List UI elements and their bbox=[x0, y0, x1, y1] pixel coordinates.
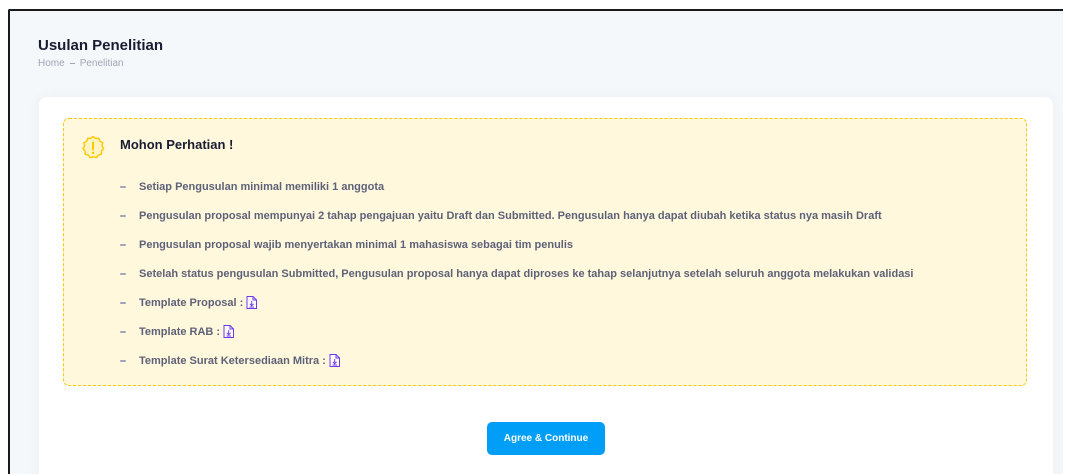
bullet bbox=[120, 330, 126, 333]
file-download-icon[interactable] bbox=[329, 354, 340, 367]
breadcrumb-separator bbox=[69, 63, 75, 64]
notice-item-text: Template Surat Ketersediaan Mitra : bbox=[139, 354, 326, 367]
breadcrumb: Home Penelitian bbox=[38, 58, 124, 69]
notice-item-text: Template RAB : bbox=[139, 325, 221, 338]
bullet bbox=[120, 359, 126, 362]
bullet bbox=[120, 185, 126, 188]
notice-item-text: Setiap Pengusulan minimal memiliki 1 ang… bbox=[139, 180, 385, 193]
file-download-icon[interactable] bbox=[223, 325, 235, 338]
notice-item: Setelah status pengusulan Submitted, Pen… bbox=[120, 259, 913, 288]
breadcrumb-home[interactable]: Home bbox=[38, 58, 65, 69]
file-download-icon[interactable] bbox=[246, 296, 258, 309]
notice-item: Pengusulan proposal wajib menyertakan mi… bbox=[120, 230, 913, 259]
notice-list: Setiap Pengusulan minimal memiliki 1 ang… bbox=[120, 172, 913, 375]
notice-box: Mohon Perhatian ! Setiap Pengusulan mini… bbox=[63, 118, 1027, 386]
notice-item-text: Template Proposal : bbox=[139, 296, 244, 309]
bullet bbox=[120, 214, 126, 217]
bullet bbox=[120, 272, 126, 275]
notice-item-text: Pengusulan proposal mempunyai 2 tahap pe… bbox=[139, 209, 882, 222]
notice-item: Setiap Pengusulan minimal memiliki 1 ang… bbox=[120, 172, 913, 201]
app-frame: Usulan Penelitian Home Penelitian Mohon … bbox=[8, 9, 1063, 474]
content-card: Mohon Perhatian ! Setiap Pengusulan mini… bbox=[39, 97, 1053, 474]
warning-icon bbox=[82, 135, 105, 159]
notice-item: Pengusulan proposal mempunyai 2 tahap pe… bbox=[120, 201, 913, 230]
bullet bbox=[120, 301, 126, 304]
notice-item-template-mitra: Template Surat Ketersediaan Mitra : bbox=[120, 346, 913, 375]
notice-item-template-proposal: Template Proposal : bbox=[120, 288, 913, 317]
page-title: Usulan Penelitian bbox=[38, 37, 164, 54]
notice-item-template-rab: Template RAB : bbox=[120, 317, 913, 346]
breadcrumb-current: Penelitian bbox=[79, 58, 124, 69]
notice-item-text: Pengusulan proposal wajib menyertakan mi… bbox=[139, 238, 574, 251]
agree-continue-button[interactable]: Agree & Continue bbox=[487, 422, 605, 455]
bullet bbox=[120, 243, 126, 246]
notice-item-text: Setelah status pengusulan Submitted, Pen… bbox=[139, 267, 914, 280]
notice-title: Mohon Perhatian ! bbox=[120, 137, 234, 152]
